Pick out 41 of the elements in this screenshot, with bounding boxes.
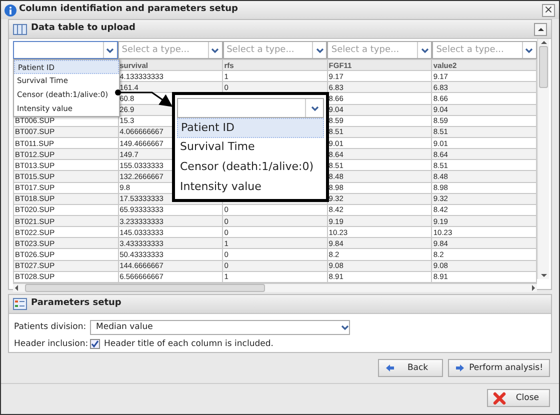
window-title: Column identifiation and parameters setup xyxy=(19,3,239,16)
caret-icon xyxy=(525,46,534,54)
caret-icon xyxy=(106,46,114,54)
right-arrow-icon xyxy=(529,284,537,292)
caret-icon xyxy=(420,46,429,54)
collapse-button[interactable] xyxy=(534,22,547,36)
table-icon xyxy=(13,24,27,34)
close-button[interactable]: Close xyxy=(486,389,550,407)
type-select[interactable]: Select a type... xyxy=(432,41,537,59)
caret-icon xyxy=(310,104,318,112)
back-button[interactable]: Back xyxy=(378,359,444,377)
division-select[interactable]: Median value xyxy=(90,320,350,335)
check-icon xyxy=(91,340,99,348)
checkbox-label: Header title of each column is included. xyxy=(104,338,274,351)
caret-icon xyxy=(316,46,324,54)
cross-icon xyxy=(492,392,506,404)
type-select[interactable] xyxy=(13,41,118,59)
field-label: Patients division: xyxy=(14,321,88,334)
type-select[interactable]: Select a type... xyxy=(327,41,432,59)
panel-title: Parameters setup xyxy=(31,297,122,310)
type-select[interactable]: Select a type... xyxy=(118,41,223,59)
forward-button[interactable]: Perform analysis! xyxy=(448,359,550,377)
scrollbar-thumb[interactable] xyxy=(539,46,548,88)
up-arrow-icon xyxy=(540,39,548,46)
field-label: Header inclusion: xyxy=(14,338,90,351)
panel-title: Data table to upload xyxy=(31,22,136,36)
checkbox[interactable] xyxy=(90,339,100,350)
vertical-scrollbar[interactable] xyxy=(537,39,549,279)
dropdown-option[interactable]: Patient ID xyxy=(177,118,324,138)
right-arrow-icon xyxy=(455,364,466,372)
type-select[interactable]: Select a type... xyxy=(222,41,328,59)
left-arrow-icon xyxy=(385,364,396,372)
settings-list-icon xyxy=(13,298,27,310)
caret-icon xyxy=(341,324,349,331)
scrollbar-thumb[interactable] xyxy=(25,284,265,292)
caret-icon xyxy=(211,46,220,54)
caret-icon xyxy=(536,26,544,32)
left-arrow-icon xyxy=(13,284,21,292)
down-arrow-icon xyxy=(540,272,548,279)
close-button[interactable]: × xyxy=(542,4,555,16)
info-icon xyxy=(4,4,17,16)
